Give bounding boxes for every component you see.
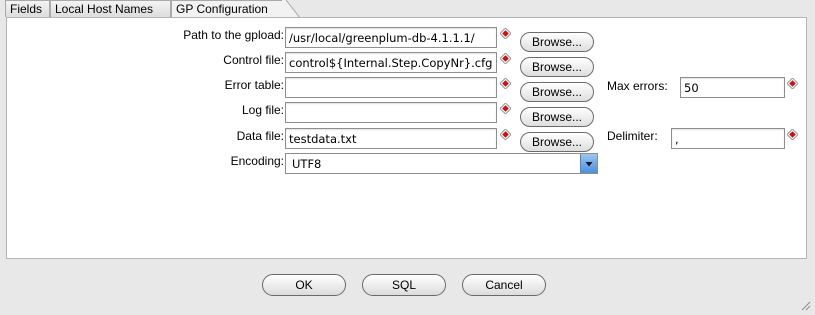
tab-edge-icon (282, 0, 300, 18)
tab-local-host-names[interactable]: Local Host Names (50, 0, 171, 17)
gpload-browse-button[interactable]: Browse... (520, 32, 594, 52)
delimiter-label: Delimiter: (607, 129, 658, 143)
gpload-path-label: Path to the gpload: (183, 28, 284, 42)
tab-bar: Fields Local Host Names GP Configuration (0, 0, 815, 18)
cancel-button[interactable]: Cancel (462, 274, 546, 296)
chevron-down-icon (585, 162, 593, 167)
tab-local-host-names-label: Local Host Names (55, 2, 154, 16)
warning-icon (500, 129, 511, 140)
max-errors-label: Max errors: (607, 79, 668, 93)
tab-gp-configuration-label: GP Configuration (176, 2, 268, 16)
error-table-field[interactable] (285, 77, 497, 98)
log-file-field[interactable] (285, 102, 497, 123)
warning-icon (500, 28, 511, 39)
error-table-label: Error table: (224, 78, 284, 92)
gpload-path-field[interactable]: /usr/local/greenplum-db-4.1.1.1/ (285, 27, 497, 48)
data-file-browse-button[interactable]: Browse... (520, 132, 594, 152)
log-file-browse-button[interactable]: Browse... (520, 107, 594, 127)
gp-configuration-panel: Path to the gpload: /usr/local/greenplum… (6, 17, 807, 259)
delimiter-field[interactable]: , (671, 128, 785, 149)
control-file-field[interactable]: control${Internal.Step.CopyNr}.cfg (285, 52, 497, 73)
warning-icon (500, 53, 511, 64)
warning-icon (500, 78, 511, 89)
resize-grip-icon[interactable] (799, 299, 811, 311)
error-table-browse-button[interactable]: Browse... (520, 82, 594, 102)
control-file-label: Control file: (223, 53, 284, 67)
data-file-field[interactable]: testdata.txt (285, 128, 497, 149)
encoding-value: UTF8 (292, 157, 322, 171)
tab-fields[interactable]: Fields (5, 0, 50, 17)
warning-icon (500, 103, 511, 114)
max-errors-field[interactable]: 50 (680, 77, 785, 98)
encoding-dropdown-button[interactable] (580, 154, 597, 173)
tab-fields-label: Fields (10, 2, 43, 16)
tab-gp-configuration[interactable]: GP Configuration (171, 0, 283, 18)
sql-button[interactable]: SQL (362, 274, 446, 296)
warning-icon (787, 78, 798, 89)
ok-button[interactable]: OK (262, 274, 346, 296)
warning-icon (787, 129, 798, 140)
control-file-browse-button[interactable]: Browse... (520, 57, 594, 77)
data-file-label: Data file: (236, 129, 284, 143)
log-file-label: Log file: (241, 103, 284, 117)
encoding-select[interactable]: UTF8 (285, 153, 598, 174)
encoding-label: Encoding: (230, 154, 284, 168)
